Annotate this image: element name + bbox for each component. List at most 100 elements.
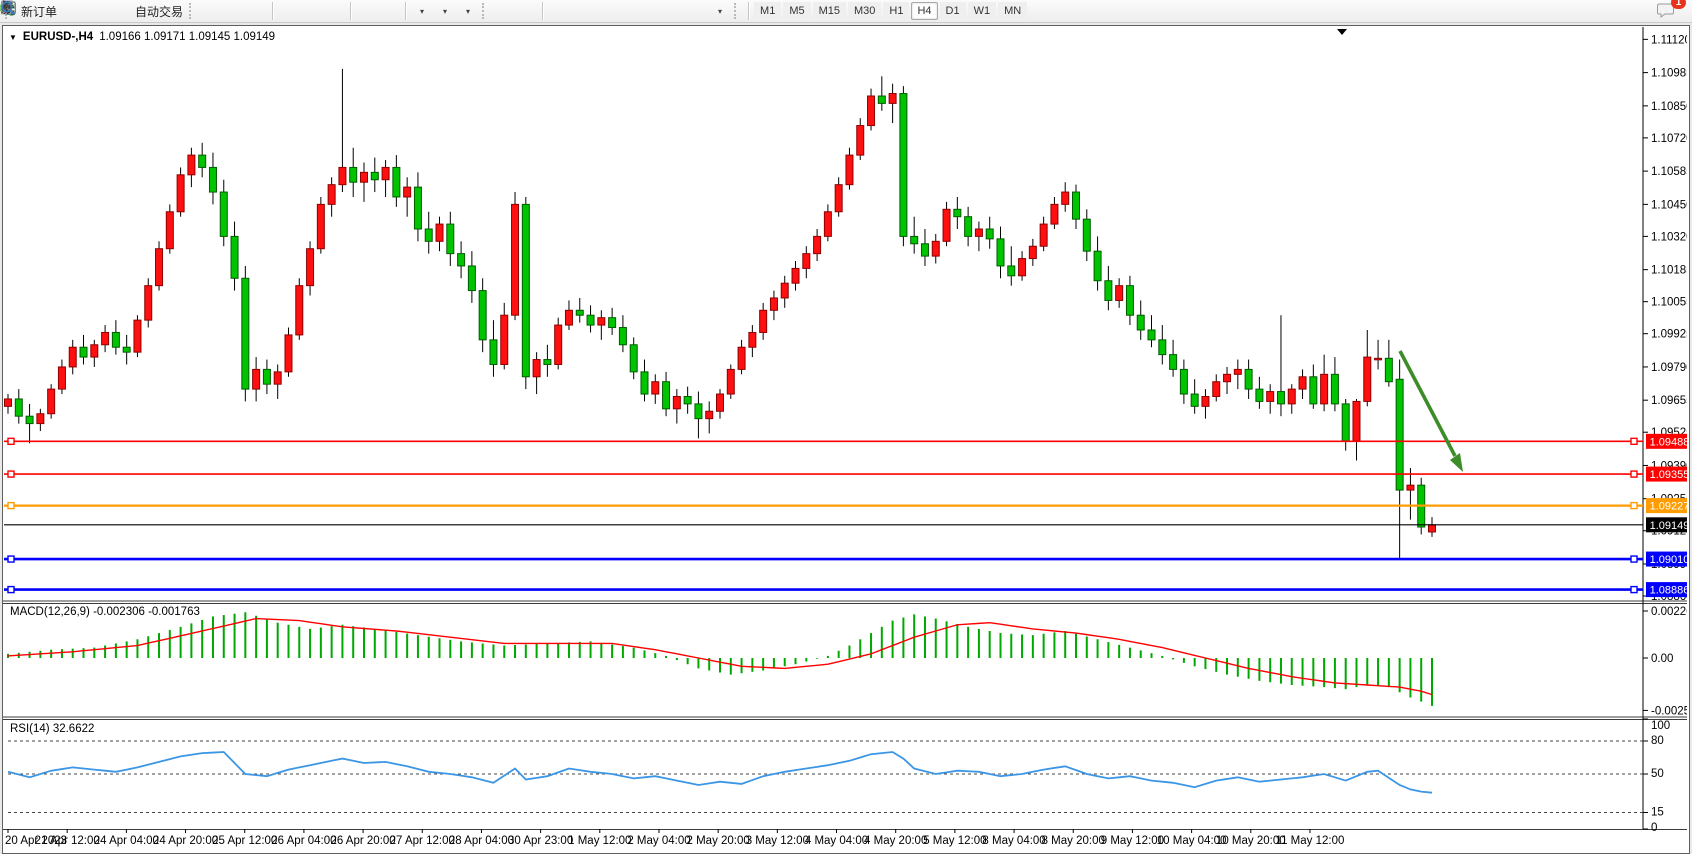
terminal-button[interactable] [83,1,106,21]
arrows-tool-button[interactable]: ▾ [708,1,731,21]
svg-text:1.09355: 1.09355 [1650,469,1687,481]
timeframe-button-M5[interactable]: M5 [783,2,810,20]
svg-text:30 Apr 23:00: 30 Apr 23:00 [508,835,573,847]
arrows-dropdown-caret[interactable]: ▾ [718,7,722,16]
price-tag-1.09488: 1.09488 [1646,434,1687,449]
svg-text:1.09925: 1.09925 [1651,329,1687,341]
timeframe-button-M30[interactable]: M30 [848,2,881,20]
timeframe-button-H1[interactable]: H1 [883,2,909,20]
chart-symbol-period: EURUSD-,H4 [23,31,93,43]
svg-text:9 May 12:00: 9 May 12:00 [1101,835,1164,847]
autotrading-label: 自动交易 [135,3,183,20]
zoom-out-button[interactable] [300,1,323,21]
signal-button[interactable] [106,1,129,21]
new-order-button[interactable]: 新订单 [15,1,60,21]
periods-button[interactable]: ▾ [433,1,456,21]
macd-pane: MACD(12,26,9) -0.002306 -0.0017630.00226… [8,606,1687,717]
fibonacci-tool-button[interactable]: F [639,1,662,21]
chart-shift-button[interactable] [378,1,401,21]
svg-text:1.10850: 1.10850 [1651,101,1687,113]
chart-title-bar: ▼ EURUSD-,H4 1.09166 1.09171 1.09145 1.0… [9,31,275,43]
text-label-tool-button[interactable]: T [685,1,708,21]
tile-windows-button[interactable] [323,1,346,21]
timeframe-button-MN[interactable]: MN [998,2,1027,20]
templates-button[interactable]: ▾ [456,1,479,21]
svg-text:26 Apr 04:00: 26 Apr 04:00 [271,835,336,847]
timeframe-button-D1[interactable]: D1 [940,2,966,20]
toolbar-grip[interactable] [189,3,196,19]
svg-text:50: 50 [1651,768,1664,780]
svg-text:11 May 12:00: 11 May 12:00 [1276,835,1345,847]
search-icon [0,0,17,17]
svg-text:25 Apr 12:00: 25 Apr 12:00 [212,835,277,847]
svg-text:0.00: 0.00 [1651,653,1673,665]
svg-text:4 May 20:00: 4 May 20:00 [864,835,927,847]
timeframe-button-M1[interactable]: M1 [754,2,781,20]
svg-text:27 Apr 12:00: 27 Apr 12:00 [390,835,455,847]
svg-text:1.10055: 1.10055 [1651,297,1687,309]
timeframe-button-H4[interactable]: H4 [911,2,937,20]
toolbar-separator [542,2,543,20]
chat-button-wrap: 1 [1657,1,1680,21]
pivot-line[interactable] [4,503,1643,509]
toolbar-separator [350,2,351,20]
svg-text:21 Apr 12:00: 21 Apr 12:00 [35,835,100,847]
timeframe-button-M15[interactable]: M15 [813,2,846,20]
chart-canvas[interactable]: 1.111201.109851.108501.107201.105851.104… [3,26,1687,851]
time-axis: 20 Apr 202321 Apr 12:0024 Apr 04:0024 Ap… [5,829,1344,847]
auto-scroll-button[interactable] [355,1,378,21]
toolbar-grip[interactable] [734,3,741,19]
svg-text:1.09655: 1.09655 [1651,395,1687,407]
price-tag-1.09010: 1.09010 [1646,552,1687,567]
support-line-2[interactable] [4,587,1643,593]
vertical-line-tool-button[interactable] [547,1,570,21]
svg-text:-0.002523: -0.002523 [1651,705,1687,717]
candlestick-series [5,69,1436,559]
svg-text:2 May 20:00: 2 May 20:00 [687,835,750,847]
svg-text:1.10985: 1.10985 [1651,68,1687,80]
toolbar-separator [272,2,273,20]
new-order-label: 新订单 [21,3,57,20]
indicators-dropdown-caret[interactable]: ▾ [420,7,424,16]
text-tool-button[interactable]: A [662,1,685,21]
svg-text:8 May 04:00: 8 May 04:00 [982,835,1045,847]
market-depth-button[interactable] [60,1,83,21]
templates-dropdown-caret[interactable]: ▾ [466,7,470,16]
trendline-tool-button[interactable] [593,1,616,21]
support-line-1[interactable] [4,556,1643,562]
trend-arrow-annotation[interactable] [1400,351,1463,472]
notification-badge[interactable]: 1 [1671,0,1686,9]
price-tag-1.09355: 1.09355 [1646,467,1687,482]
crosshair-tool-button[interactable] [515,1,538,21]
svg-text:28 Apr 04:00: 28 Apr 04:00 [449,835,514,847]
svg-text:80: 80 [1651,735,1664,747]
toolbar-separator [405,2,406,20]
horizontal-line-tool-button[interactable] [570,1,593,21]
chart-window[interactable]: ▼ EURUSD-,H4 1.09166 1.09171 1.09145 1.0… [2,25,1690,854]
chart-shift-marker [1337,29,1347,35]
svg-text:4 May 04:00: 4 May 04:00 [805,835,868,847]
toolbar-grip[interactable] [482,3,489,19]
line-chart-type-button[interactable] [245,1,268,21]
zoom-in-button[interactable] [277,1,300,21]
indicators-button[interactable]: ▾ [410,1,433,21]
candlestick-chart-type-button[interactable] [222,1,245,21]
periods-dropdown-caret[interactable]: ▾ [443,7,447,16]
autotrading-button[interactable]: 自动交易 [129,1,186,21]
rsi-label: RSI(14) 32.6622 [10,723,94,735]
bar-chart-type-button[interactable] [199,1,222,21]
chart-menu-icon[interactable]: ▼ [9,33,17,42]
timeframe-button-W1[interactable]: W1 [968,2,997,20]
svg-text:1.09488: 1.09488 [1650,436,1687,448]
cursor-tool-button[interactable] [492,1,515,21]
macd-signal-line [8,619,1432,695]
toolbar-separator [748,2,749,20]
svg-text:1.09227: 1.09227 [1650,501,1687,513]
svg-text:15: 15 [1651,807,1664,819]
search-button[interactable] [1634,1,1657,21]
svg-text:1.09790: 1.09790 [1651,362,1687,374]
svg-text:24 Apr 20:00: 24 Apr 20:00 [153,835,218,847]
svg-text:1.09149: 1.09149 [1650,520,1687,532]
timeframe-group: M1M5M15M30H1H4D1W1MN [753,2,1028,20]
equidistant-channel-tool-button[interactable]: E [616,1,639,21]
